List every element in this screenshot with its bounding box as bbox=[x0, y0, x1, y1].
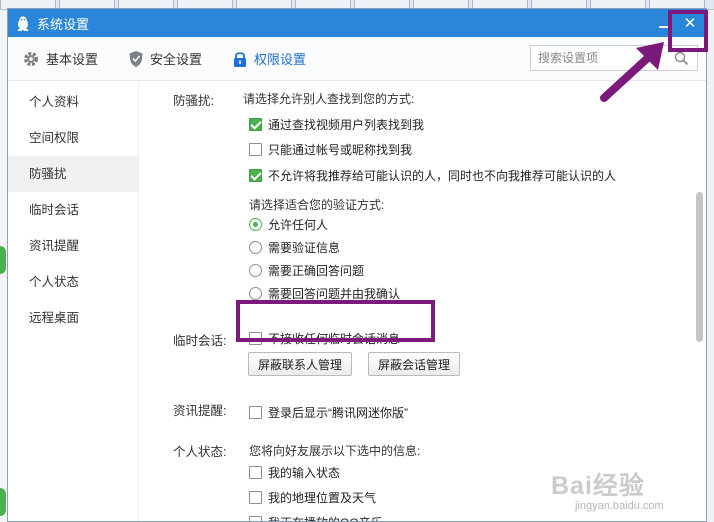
block-sessions-button[interactable]: 屏蔽会话管理 bbox=[368, 352, 461, 376]
sidebar-item-temp-session[interactable]: 临时会话 bbox=[8, 192, 138, 228]
status-option-music-label: 我正在播放的QQ音乐 bbox=[268, 514, 383, 521]
highlight-box-temp-session bbox=[236, 300, 435, 342]
tab-security-settings-label: 安全设置 bbox=[150, 52, 203, 67]
block-contacts-button[interactable]: 屏蔽联系人管理 bbox=[248, 352, 353, 376]
background-left-edge bbox=[0, 10, 7, 522]
tab-basic-settings[interactable]: 基本设置 bbox=[22, 49, 98, 68]
anti-harass-label: 防骚扰: bbox=[173, 94, 214, 108]
settings-sidebar: 个人资料 空间权限 防骚扰 临时会话 资讯提醒 个人状态 远程桌面 bbox=[8, 82, 139, 521]
sidebar-item-remote-desktop[interactable]: 远程桌面 bbox=[8, 300, 138, 336]
tab-security-settings[interactable]: 安全设置 bbox=[128, 49, 202, 68]
find-option-account-only-label: 只能通过帐号或昵称找到我 bbox=[268, 143, 413, 157]
radio-selected[interactable] bbox=[249, 218, 262, 231]
news-mini-option[interactable]: 登录后显示“腾讯网迷你版” bbox=[249, 404, 408, 421]
baidu-jingyan-watermark: Bai经验 jingyan.baidu.com bbox=[551, 462, 711, 522]
tab-permission-settings-label: 权限设置 bbox=[254, 52, 307, 67]
tab-basic-settings-label: 基本设置 bbox=[46, 52, 99, 67]
tab-permission-settings[interactable]: 权限设置 bbox=[232, 49, 306, 68]
arrow-icon bbox=[600, 42, 664, 102]
highlight-box-close-button bbox=[668, 10, 708, 52]
checkbox-unchecked[interactable] bbox=[249, 143, 262, 156]
checkbox-unchecked[interactable] bbox=[249, 516, 262, 521]
status-option-typing-label: 我的输入状态 bbox=[268, 466, 341, 480]
window-title: 系统设置 bbox=[37, 16, 90, 32]
status-option-location-label: 我的地理位置及天气 bbox=[268, 491, 377, 505]
search-icon[interactable] bbox=[674, 51, 689, 66]
find-option-account-only[interactable]: 只能通过帐号或昵称找到我 bbox=[249, 141, 412, 158]
sidebar-item-space-permission[interactable]: 空间权限 bbox=[8, 120, 138, 156]
sidebar-item-personal-status[interactable]: 个人状态 bbox=[8, 264, 138, 300]
sidebar-item-anti-harass[interactable]: 防骚扰 bbox=[8, 156, 138, 192]
lock-icon bbox=[234, 51, 247, 67]
watermark-text: Bai经验 bbox=[551, 472, 645, 500]
checkbox-unchecked[interactable] bbox=[249, 466, 262, 479]
find-option-no-recommend[interactable]: 不允许将我推荐给可能认识的人，同时也不向我推荐可能认识的人 bbox=[249, 167, 616, 184]
qq-penguin-icon bbox=[17, 16, 29, 31]
temp-session-label: 临时会话: bbox=[173, 334, 227, 348]
radio-unselected[interactable] bbox=[249, 264, 262, 277]
news-mini-label: 登录后显示“腾讯网迷你版” bbox=[268, 406, 408, 420]
scrollbar-thumb[interactable] bbox=[696, 192, 703, 342]
personal-status-prompt: 您将向好友展示以下选中的信息: bbox=[249, 444, 421, 458]
title-bar[interactable]: 系统设置 ✕ bbox=[8, 9, 706, 37]
find-option-video-list-label: 通过查找视频用户列表找到我 bbox=[268, 118, 425, 132]
find-option-no-recommend-label: 不允许将我推荐给可能认识的人，同时也不向我推荐可能认识的人 bbox=[268, 169, 617, 183]
verify-option-message-label: 需要验证信息 bbox=[268, 241, 341, 255]
checkbox-unchecked[interactable] bbox=[249, 491, 262, 504]
personal-status-label: 个人状态: bbox=[173, 445, 227, 459]
radio-unselected[interactable] bbox=[249, 241, 262, 254]
verify-option-message[interactable]: 需要验证信息 bbox=[249, 239, 340, 256]
content-scrollbar[interactable] bbox=[694, 82, 706, 521]
find-option-video-list[interactable]: 通过查找视频用户列表找到我 bbox=[249, 116, 424, 133]
background-right-edge bbox=[706, 10, 714, 522]
radio-unselected[interactable] bbox=[249, 287, 262, 300]
checkbox-unchecked[interactable] bbox=[249, 406, 262, 419]
checkbox-checked[interactable] bbox=[249, 169, 262, 182]
background-green-marker bbox=[0, 488, 6, 516]
status-option-typing[interactable]: 我的输入状态 bbox=[249, 464, 340, 481]
shield-icon bbox=[129, 50, 143, 67]
verify-option-anyone-label: 允许任何人 bbox=[268, 218, 329, 232]
sidebar-item-news-reminder[interactable]: 资讯提醒 bbox=[8, 228, 138, 264]
status-option-music[interactable]: 我正在播放的QQ音乐 bbox=[249, 514, 383, 521]
verify-method-prompt: 请选择适合您的验证方式: bbox=[249, 198, 385, 212]
find-method-prompt: 请选择允许别人查找到您的方式: bbox=[243, 92, 415, 106]
status-option-location[interactable]: 我的地理位置及天气 bbox=[249, 489, 376, 506]
verify-option-answer-label: 需要正确回答问题 bbox=[268, 264, 365, 278]
news-reminder-label: 资讯提醒: bbox=[173, 404, 227, 418]
background-green-marker bbox=[0, 246, 6, 274]
verify-option-anyone[interactable]: 允许任何人 bbox=[249, 216, 328, 233]
watermark-subtext: jingyan.baidu.com bbox=[575, 500, 664, 512]
verify-option-answer[interactable]: 需要正确回答问题 bbox=[249, 262, 364, 279]
sidebar-item-profile[interactable]: 个人资料 bbox=[8, 84, 138, 120]
checkbox-checked[interactable] bbox=[249, 118, 262, 131]
gear-icon bbox=[24, 51, 38, 66]
